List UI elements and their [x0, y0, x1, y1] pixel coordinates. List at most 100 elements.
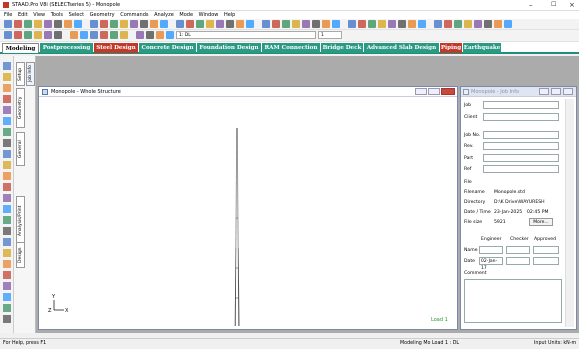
approved-date-field[interactable] — [533, 257, 559, 265]
toolbar-button-icon[interactable] — [434, 20, 442, 28]
view-close-button[interactable] — [441, 88, 455, 95]
toolbar-button-icon[interactable] — [34, 31, 42, 39]
toolbar-button-icon[interactable] — [100, 20, 108, 28]
ref-field[interactable] — [483, 165, 559, 173]
side-tab-setup[interactable]: Setup — [16, 62, 25, 86]
toolbar-button-icon[interactable] — [216, 20, 224, 28]
menu-commands[interactable]: Commands — [120, 11, 148, 19]
toolbar-button-icon[interactable] — [504, 20, 512, 28]
toolbar-button-icon[interactable] — [90, 31, 98, 39]
menu-edit[interactable]: Edit — [18, 11, 28, 19]
client-field[interactable] — [483, 113, 559, 121]
side-tab-job-info[interactable]: Job Info — [26, 62, 35, 86]
toolbar-button-icon[interactable] — [312, 20, 320, 28]
toolbar-button-icon[interactable] — [474, 20, 482, 28]
menu-geometry[interactable]: Geometry — [90, 11, 115, 19]
menu-select[interactable]: Select — [69, 11, 84, 19]
toolbar-button-icon[interactable] — [226, 20, 234, 28]
toolbar-button-icon[interactable] — [378, 20, 386, 28]
tool-icon[interactable] — [3, 293, 11, 301]
checker-name-field[interactable] — [506, 246, 530, 254]
toolbar-button-icon[interactable] — [34, 20, 42, 28]
toolbar-button-icon[interactable] — [368, 20, 376, 28]
toolbar-button-icon[interactable] — [110, 20, 118, 28]
toolbar-button-icon[interactable] — [332, 20, 340, 28]
info-minimize-button[interactable] — [539, 88, 549, 95]
tool-icon[interactable] — [3, 95, 11, 103]
toolbar-button-icon[interactable] — [14, 20, 22, 28]
toolbar-button-icon[interactable] — [272, 20, 280, 28]
toolbar-button-icon[interactable] — [44, 31, 52, 39]
job-no-field[interactable] — [483, 131, 559, 139]
tab-ram-connection[interactable]: RAM Connection — [262, 43, 320, 53]
toolbar-button-icon[interactable] — [24, 31, 32, 39]
toolbar-button-icon[interactable] — [74, 20, 82, 28]
toolbar-button-icon[interactable] — [120, 20, 128, 28]
toolbar-button-icon[interactable] — [262, 20, 270, 28]
tool-icon[interactable] — [3, 84, 11, 92]
tab-earthquake[interactable]: Earthquake — [463, 43, 501, 53]
toolbar-button-icon[interactable] — [292, 20, 300, 28]
view-restore-button[interactable] — [428, 88, 440, 95]
tab-concrete-design[interactable]: Concrete Design — [139, 43, 196, 53]
toolbar-button-icon[interactable] — [120, 31, 128, 39]
toolbar-button-icon[interactable] — [358, 20, 366, 28]
tab-advanced-slab-design[interactable]: Advanced Slab Design — [364, 43, 439, 53]
checker-date-field[interactable] — [506, 257, 530, 265]
tool-icon[interactable] — [3, 315, 11, 323]
tool-icon[interactable] — [3, 205, 11, 213]
small-dropdown[interactable]: 1 — [318, 31, 342, 39]
tab-piping[interactable]: Piping — [440, 43, 462, 53]
tool-icon[interactable] — [3, 117, 11, 125]
toolbar-button-icon[interactable] — [176, 20, 184, 28]
toolbar-button-icon[interactable] — [348, 20, 356, 28]
load-case-dropdown[interactable]: 1: DL — [176, 31, 316, 39]
job-field[interactable] — [483, 101, 559, 109]
toolbar-button-icon[interactable] — [246, 20, 254, 28]
tab-bridge-deck[interactable]: Bridge Deck — [321, 43, 363, 53]
menu-tools[interactable]: Tools — [51, 11, 63, 19]
minimize-icon[interactable]: – — [529, 1, 533, 9]
approved-name-field[interactable] — [533, 246, 559, 254]
tab-steel-design[interactable]: Steel Design — [94, 43, 138, 53]
engineer-date-field[interactable]: 02-Jan-17 — [479, 257, 503, 271]
tool-icon[interactable] — [3, 106, 11, 114]
toolbar-button-icon[interactable] — [388, 20, 396, 28]
tool-icon[interactable] — [3, 161, 11, 169]
menu-window[interactable]: Window — [199, 11, 219, 19]
info-restore-button[interactable] — [551, 88, 561, 95]
tool-icon[interactable] — [3, 216, 11, 224]
toolbar-button-icon[interactable] — [206, 20, 214, 28]
side-tab-geometry[interactable]: Geometry — [16, 88, 25, 128]
toolbar-button-icon[interactable] — [156, 31, 164, 39]
toolbar-button-icon[interactable] — [398, 20, 406, 28]
toolbar-button-icon[interactable] — [418, 20, 426, 28]
toolbar-button-icon[interactable] — [64, 20, 72, 28]
more-button[interactable]: More... — [529, 218, 553, 226]
maximize-icon[interactable]: ☐ — [551, 1, 556, 8]
engineer-name-field[interactable] — [479, 246, 503, 254]
menu-analyze[interactable]: Analyze — [154, 11, 174, 19]
toolbar-button-icon[interactable] — [196, 20, 204, 28]
tool-icon[interactable] — [3, 227, 11, 235]
toolbar-button-icon[interactable] — [186, 20, 194, 28]
comment-textarea[interactable] — [464, 279, 562, 323]
toolbar-button-icon[interactable] — [140, 20, 148, 28]
tool-icon[interactable] — [3, 260, 11, 268]
toolbar-button-icon[interactable] — [408, 20, 416, 28]
toolbar-button-icon[interactable] — [166, 31, 174, 39]
toolbar-button-icon[interactable] — [44, 20, 52, 28]
tool-icon[interactable] — [3, 194, 11, 202]
toolbar-button-icon[interactable] — [4, 20, 12, 28]
tool-icon[interactable] — [3, 62, 11, 70]
toolbar-button-icon[interactable] — [90, 20, 98, 28]
tool-icon[interactable] — [3, 128, 11, 136]
menu-help[interactable]: Help — [224, 11, 235, 19]
toolbar-button-icon[interactable] — [80, 31, 88, 39]
tool-icon[interactable] — [3, 73, 11, 81]
structure-view-window[interactable]: Monopole - Whole Structure Y Z X Load 1 — [38, 86, 458, 330]
tab-foundation-design[interactable]: Foundation Design — [197, 43, 261, 53]
tool-icon[interactable] — [3, 139, 11, 147]
tool-icon[interactable] — [3, 304, 11, 312]
close-icon[interactable]: × — [569, 1, 575, 9]
